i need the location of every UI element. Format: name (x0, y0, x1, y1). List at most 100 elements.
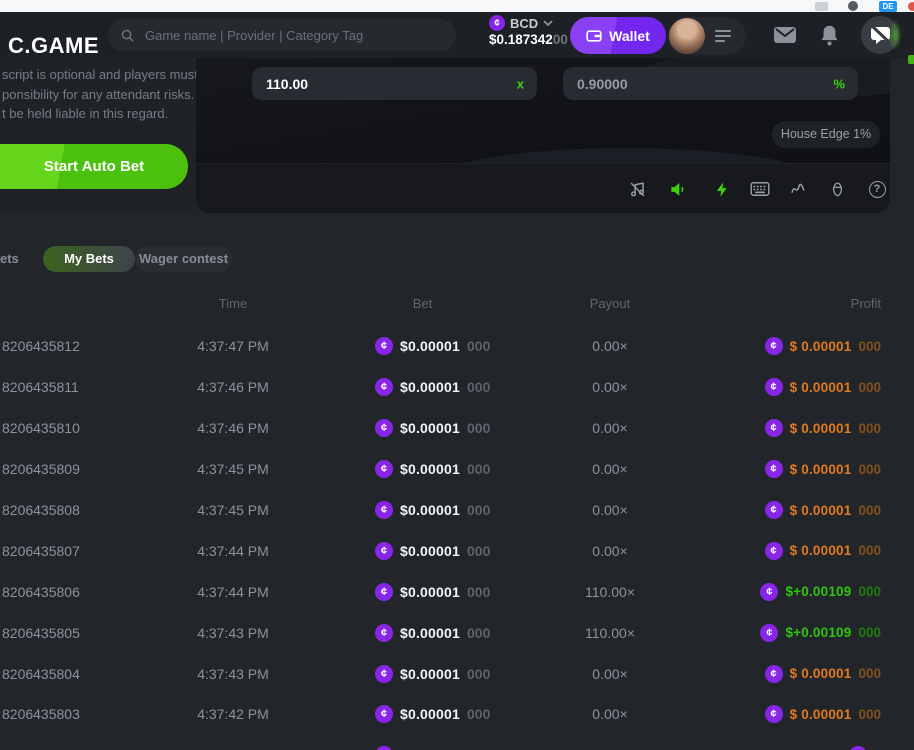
bet-profit: ¢ $ 0.00001000 (765, 665, 881, 683)
search-input[interactable] (143, 27, 444, 44)
bet-amount-dim: 000 (467, 338, 490, 354)
account-menu[interactable] (668, 17, 746, 55)
bcd-coin-icon: ¢ (489, 15, 505, 31)
bet-amount-dim: 000 (467, 625, 490, 641)
profit-main: $ 0.00001 (790, 380, 852, 395)
notification-bell-icon[interactable] (819, 24, 840, 51)
coin-icon: ¢ (375, 460, 393, 478)
chat-toggle-icon[interactable] (861, 16, 899, 54)
house-edge-badge: House Edge 1% (772, 121, 880, 148)
game-panel: x % House Edge 1% (196, 58, 890, 213)
bet-profit: ¢ $ 0.00001000 (765, 542, 881, 560)
tab-all-bets-partial[interactable]: ets (0, 246, 19, 272)
coin-icon: ¢ (375, 419, 393, 437)
coin-icon: ¢ (375, 746, 393, 750)
start-auto-bet-button[interactable]: Start Auto Bet (0, 144, 188, 189)
live-stats-icon[interactable] (787, 178, 809, 200)
table-row[interactable]: 8206435809 4:37:45 PM ¢ $0.00001000 0.00… (0, 449, 914, 490)
coin-icon: ¢ (375, 583, 393, 601)
extension-icon[interactable] (848, 1, 858, 11)
bet-id: 8206435810 (2, 420, 80, 436)
header: C.GAME ¢ BCD $0.18734200 Wallet (0, 12, 914, 58)
wallet-button[interactable]: Wallet (570, 17, 666, 54)
bet-payout: 0.00× (550, 461, 670, 477)
message-icon[interactable] (773, 26, 797, 49)
currency-selector[interactable]: ¢ BCD $0.18734200 (489, 15, 579, 55)
currency-label: BCD (510, 16, 538, 31)
bet-amount-dim: 000 (467, 706, 490, 722)
bet-profit: ¢ $ 0.00001000 (765, 460, 881, 478)
page: DE C.GAME ¢ BCD $0.18734200 Wallet (0, 0, 914, 750)
profit-main: $ 0.00001 (790, 462, 852, 477)
column-header-payout: Payout (550, 296, 670, 318)
percent-suffix: % (833, 76, 845, 91)
sound-on-icon[interactable] (667, 178, 689, 200)
coin-icon: ¢ (765, 665, 783, 683)
bet-profit: ¢ (849, 746, 881, 750)
win-chance-input[interactable] (577, 67, 784, 100)
coin-icon: ¢ (765, 460, 783, 478)
coin-icon: ¢ (765, 542, 783, 560)
table-row[interactable]: 8206435807 4:37:44 PM ¢ $0.00001000 0.00… (0, 530, 914, 571)
bet-amount-main: $0.00001 (400, 338, 460, 354)
coin-icon: ¢ (765, 337, 783, 355)
bet-amount-main: $0.00001 (400, 461, 460, 477)
table-row[interactable]: 8206435810 4:37:46 PM ¢ $0.00001000 0.00… (0, 408, 914, 449)
bet-amount-dim: 000 (467, 666, 490, 682)
bet-amount: ¢ $0.00001 000 (375, 460, 490, 478)
table-row[interactable]: ¢ ¢ (0, 735, 914, 750)
table-row[interactable]: 8206435811 4:37:46 PM ¢ $0.00001000 0.00… (0, 367, 914, 408)
profit-dim: 000 (858, 625, 881, 640)
bet-amount: ¢ $0.00001000 (375, 501, 490, 519)
bet-profit: ¢ $ 0.00001000 (765, 705, 881, 723)
chat-glow (888, 19, 902, 51)
table-row[interactable]: 8206435803 4:37:42 PM ¢ $0.00001000 0.00… (0, 694, 914, 735)
bet-amount: ¢ $0.00001000 (375, 583, 490, 601)
profit-main: $ 0.00001 (790, 543, 852, 558)
browser-strip: DE (0, 0, 914, 12)
bet-amount: ¢ $0.00001000 (375, 378, 490, 396)
bet-amount: ¢ $0.00001000 (375, 419, 490, 437)
extension-icon[interactable] (815, 2, 828, 11)
deepl-extension-badge[interactable]: DE (879, 1, 897, 12)
tab-my-bets[interactable]: My Bets (43, 246, 135, 272)
tab-wager-contest[interactable]: Wager contest (135, 246, 232, 272)
profit-dim: 000 (858, 339, 881, 354)
bet-time: 4:37:45 PM (170, 461, 296, 477)
bet-amount-main: $0.00001 (400, 625, 460, 641)
coin-icon: ¢ (375, 665, 393, 683)
profit-dim: 000 (858, 707, 881, 722)
bet-id: 8206435803 (2, 706, 80, 722)
bet-time: 4:37:46 PM (170, 420, 296, 436)
seed-icon[interactable] (826, 178, 848, 200)
bet-payout: 110.00× (550, 625, 670, 641)
bet-id: 8206435808 (2, 502, 80, 518)
table-row[interactable]: 8206435808 4:37:45 PM ¢ $0.00001000 0.00… (0, 490, 914, 531)
coin-icon: ¢ (765, 501, 783, 519)
coin-icon: ¢ (760, 624, 778, 642)
bet-time: 4:37:46 PM (170, 379, 296, 395)
coin-icon: ¢ (375, 337, 393, 355)
bet-profit: ¢ $+0.00109000 (760, 624, 881, 642)
disclaimer-text: script is optional and players must take… (2, 65, 226, 124)
bet-amount-main: $0.00001 (400, 502, 460, 518)
hotkeys-icon[interactable] (749, 178, 771, 200)
turbo-icon[interactable] (711, 178, 733, 200)
help-icon[interactable]: ? (866, 178, 888, 200)
music-off-icon[interactable] (626, 178, 648, 200)
table-row[interactable]: 8206435804 4:37:43 PM ¢ $0.00001000 0.00… (0, 653, 914, 694)
game-toolbar: ? (196, 163, 890, 213)
table-row[interactable]: 8206435806 4:37:44 PM ¢ $0.00001000 110.… (0, 571, 914, 612)
coin-icon: ¢ (765, 378, 783, 396)
extension-icon[interactable] (908, 2, 914, 11)
table-row[interactable]: 8206435812 4:37:47 PM ¢ $0.00001000 0.00… (0, 326, 914, 367)
bet-amount-main: $0.00001 (400, 706, 460, 722)
site-logo[interactable]: C.GAME (8, 33, 99, 59)
coin-icon: ¢ (765, 705, 783, 723)
table-row[interactable]: 8206435805 4:37:43 PM ¢ $0.00001000 110.… (0, 612, 914, 653)
payout-input[interactable] (266, 67, 466, 100)
coin-icon: ¢ (375, 501, 393, 519)
search-bar[interactable] (108, 19, 456, 51)
bet-amount-dim: 000 (467, 461, 490, 477)
coin-icon: ¢ (375, 705, 393, 723)
